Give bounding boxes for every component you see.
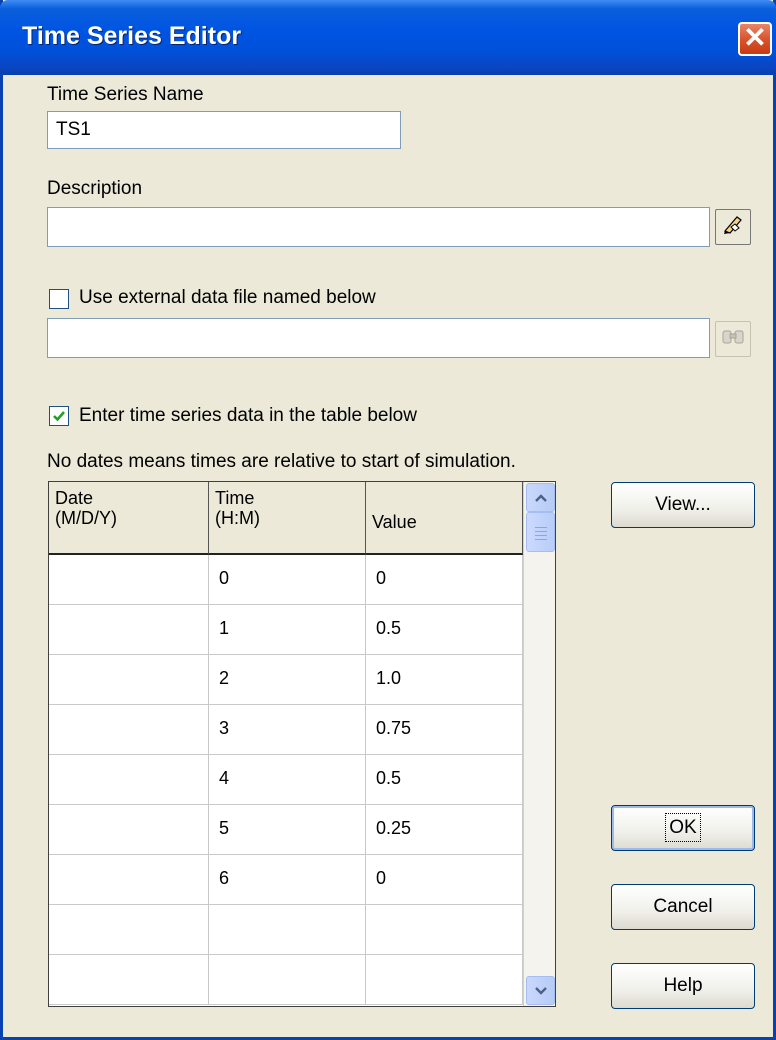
column-header-time: Time (H:M) [209, 482, 366, 555]
scroll-down-button[interactable] [526, 976, 555, 1005]
cell-date[interactable] [49, 855, 209, 905]
cell-time[interactable]: 4 [209, 755, 366, 805]
cell-time[interactable] [209, 905, 366, 955]
column-header-value: Value [366, 482, 523, 555]
cell-value[interactable]: 0 [366, 855, 523, 905]
use-external-file-label: Use external data file named below [79, 287, 376, 308]
browse-file-button[interactable] [715, 321, 751, 357]
cell-date[interactable] [49, 955, 209, 1005]
cancel-button[interactable]: Cancel [611, 884, 755, 930]
binoculars-icon [721, 327, 745, 352]
cell-time[interactable]: 1 [209, 605, 366, 655]
description-label: Description [47, 178, 143, 199]
cell-date[interactable] [49, 705, 209, 755]
cell-value[interactable] [366, 955, 523, 1005]
external-file-input[interactable] [47, 318, 710, 358]
chevron-up-icon [534, 493, 547, 502]
checkmark-icon [53, 411, 65, 422]
chevron-down-icon [534, 986, 547, 995]
cell-date[interactable] [49, 555, 209, 605]
cell-value[interactable]: 0.5 [366, 755, 523, 805]
cell-date[interactable] [49, 805, 209, 855]
cell-date[interactable] [49, 755, 209, 805]
enter-table-data-label: Enter time series data in the table belo… [79, 405, 417, 426]
thumb-grip [535, 531, 547, 532]
thumb-grip [535, 527, 547, 528]
edit-description-button[interactable] [715, 209, 751, 245]
cell-value[interactable]: 0.75 [366, 705, 523, 755]
cell-value[interactable]: 0 [366, 555, 523, 605]
time-series-table[interactable]: Date (M/D/Y) Time (H:M) Value 0 0 1 0.5 … [48, 481, 556, 1007]
time-series-name-label: Time Series Name [47, 84, 204, 105]
ok-button-label: OK [665, 813, 701, 842]
use-external-file-checkbox[interactable] [49, 289, 69, 309]
help-button-label: Help [663, 975, 703, 996]
enter-table-data-checkbox[interactable] [49, 406, 69, 426]
close-icon: ✕ [743, 22, 767, 53]
window-title: Time Series Editor [22, 22, 242, 50]
cell-value[interactable]: 1.0 [366, 655, 523, 705]
cell-value[interactable]: 0.25 [366, 805, 523, 855]
ok-button[interactable]: OK [611, 805, 755, 851]
help-button[interactable]: Help [611, 963, 755, 1009]
cell-value[interactable] [366, 905, 523, 955]
time-series-name-input[interactable]: TS1 [47, 111, 401, 149]
column-header-date: Date (M/D/Y) [49, 482, 209, 555]
hand-pencil-icon [721, 213, 745, 242]
cell-time[interactable]: 2 [209, 655, 366, 705]
close-button[interactable]: ✕ [738, 22, 772, 56]
title-bar[interactable]: Time Series Editor ✕ [0, 0, 776, 75]
view-button[interactable]: View... [611, 482, 755, 528]
description-input[interactable] [47, 207, 710, 247]
thumb-grip [535, 535, 547, 536]
cell-date[interactable] [49, 905, 209, 955]
thumb-grip [535, 539, 547, 540]
cell-time[interactable]: 3 [209, 705, 366, 755]
scroll-thumb[interactable] [526, 512, 555, 552]
time-series-editor-dialog: Time Series Editor ✕ Time Series Name TS… [0, 0, 776, 1040]
cell-time[interactable]: 6 [209, 855, 366, 905]
cancel-button-label: Cancel [653, 896, 713, 917]
cell-date[interactable] [49, 655, 209, 705]
cell-date[interactable] [49, 605, 209, 655]
relative-times-note: No dates means times are relative to sta… [47, 451, 516, 472]
cell-value[interactable]: 0.5 [366, 605, 523, 655]
cell-time[interactable] [209, 955, 366, 1005]
cell-time[interactable]: 0 [209, 555, 366, 605]
table-scrollbar[interactable] [523, 482, 555, 1006]
view-button-label: View... [655, 494, 711, 515]
scroll-up-button[interactable] [526, 483, 555, 512]
cell-time[interactable]: 5 [209, 805, 366, 855]
